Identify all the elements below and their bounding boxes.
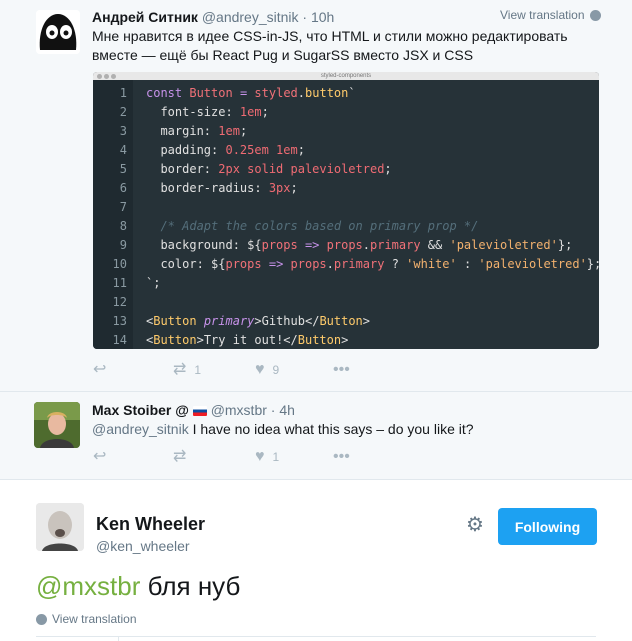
code-line: 14 <Button>Try it out!</Button> [112, 333, 349, 347]
code-line: 7 [119, 200, 127, 214]
avatar-max[interactable] [34, 402, 80, 448]
author-handle[interactable]: @mxstbr [211, 402, 267, 418]
more-button[interactable]: ••• [333, 362, 350, 378]
flag-icon [192, 406, 207, 417]
retweet-button[interactable]: ⇄ 1 [173, 362, 255, 378]
mention-link[interactable]: @andrey_sitnik [92, 421, 189, 437]
reply-button[interactable]: ↩ [93, 362, 173, 378]
code-line: 1 const Button = styled.button` [119, 86, 356, 100]
retweet-button[interactable]: ⇄ [173, 449, 255, 465]
author-name[interactable]: Max Stoiber [92, 402, 171, 418]
code-line: 8 /* Adapt the colors based on primary p… [119, 219, 479, 233]
view-translation-link[interactable]: View translation [500, 8, 601, 22]
view-translation-link[interactable]: View translation [36, 612, 137, 626]
tweet-text: @mxstbr бля нуб [36, 571, 241, 601]
avatar-ken[interactable] [36, 503, 84, 551]
gear-icon[interactable]: ⚙ [466, 515, 486, 535]
tweet-actions: ↩ ⇄ 1 ♥ 9 ••• [93, 362, 350, 378]
tweet-text: @andrey_sitnik I have no idea what this … [92, 421, 474, 437]
retweet-icon: ⇄ [173, 361, 187, 378]
more-icon: ••• [333, 361, 350, 378]
code-line: 5 border: 2px solid palevioletred; [119, 162, 392, 176]
more-button[interactable]: ••• [333, 449, 350, 465]
code-screenshot[interactable]: styled-components 1 const Button = styled… [93, 72, 599, 349]
code-line: 12 [112, 295, 127, 309]
following-button[interactable]: Following [498, 508, 597, 545]
tweet-time[interactable]: 10h [311, 9, 334, 25]
like-button[interactable]: ♥ 9 [255, 362, 333, 378]
code-line: 6 border-radius: 3px; [119, 181, 298, 195]
code-window-title: styled-components [320, 73, 372, 79]
reply-icon: ↩ [93, 361, 107, 378]
divider [36, 636, 596, 637]
code-window-titlebar: styled-components [93, 72, 599, 80]
avatar-andrey[interactable] [36, 10, 80, 54]
code-block: 1 const Button = styled.button` 2 font-si… [93, 84, 599, 349]
heart-icon: ♥ [255, 361, 265, 378]
heart-icon: ♥ [255, 448, 265, 465]
tweet-header: Max Stoiber @ @mxstbr · 4h [92, 402, 295, 418]
mention-link[interactable]: @mxstbr [36, 571, 140, 601]
code-line: 10 color: ${props => props.primary ? 'wh… [112, 257, 599, 271]
author-handle[interactable]: @andrey_sitnik [202, 9, 299, 25]
author-handle[interactable]: @ken_wheeler [96, 538, 190, 554]
reply-icon: ↩ [93, 448, 107, 465]
globe-icon [589, 9, 601, 21]
reply-button[interactable]: ↩ [93, 449, 173, 465]
divider [118, 636, 119, 641]
tweet-actions: ↩ ⇄ ♥ 1 ••• [93, 449, 350, 465]
code-line: 3 margin: 1em; [119, 124, 248, 138]
tweet-time[interactable]: 4h [279, 402, 295, 418]
code-line: 13 <Button primary>Github</Button> [112, 314, 371, 328]
retweet-icon: ⇄ [173, 448, 187, 465]
globe-icon [36, 613, 47, 625]
author-name[interactable]: Андрей Ситник [92, 9, 198, 25]
tweet-text: Мне нравится в идее CSS-in-JS, что HTML … [92, 28, 568, 63]
code-line: 11 `; [112, 276, 161, 290]
code-line: 9 background: ${props => props.primary &… [119, 238, 573, 252]
code-line: 4 padding: 0.25em 1em; [119, 143, 305, 157]
more-icon: ••• [333, 448, 350, 465]
like-button[interactable]: ♥ 1 [255, 449, 333, 465]
tweet-header: Андрей Ситник @andrey_sitnik · 10h [92, 9, 335, 25]
author-name[interactable]: Ken Wheeler [96, 514, 205, 535]
code-line: 2 font-size: 1em; [119, 105, 269, 119]
